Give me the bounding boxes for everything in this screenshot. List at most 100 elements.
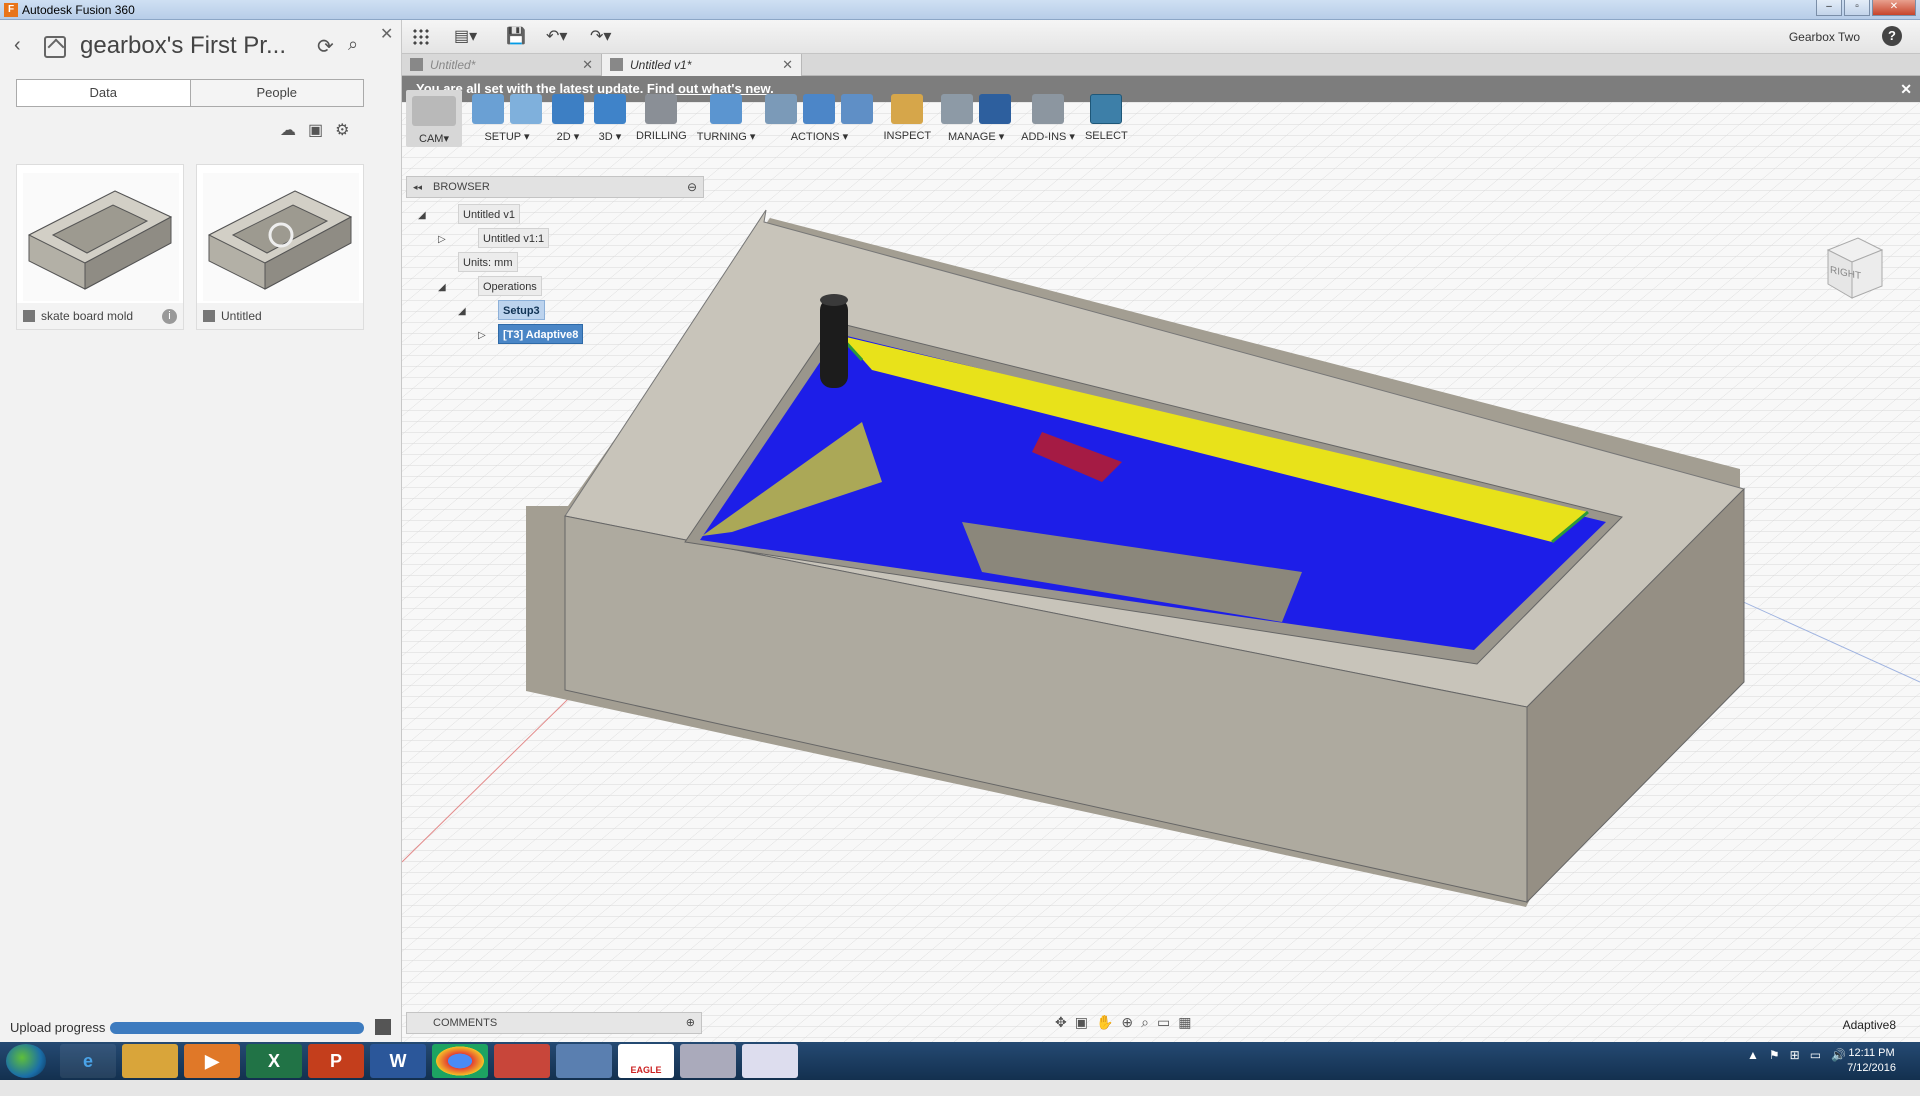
comments-panel[interactable]: COMMENTS ⊕ <box>406 1012 702 1034</box>
document-app-icon[interactable] <box>742 1044 798 1078</box>
3d-group[interactable]: 3D ▾ <box>594 90 626 143</box>
refresh-icon[interactable]: ⟳ <box>317 34 334 59</box>
turning-icon <box>710 94 743 124</box>
file-explorer-icon[interactable] <box>122 1044 178 1078</box>
volume-icon[interactable]: 🔊 <box>1831 1048 1846 1062</box>
design-thumbnails: skate board mold i Untitled <box>16 164 364 330</box>
look-at-icon[interactable]: ▣ <box>1075 1014 1088 1031</box>
search-icon[interactable]: ⌕ <box>348 34 358 55</box>
upload-progress-bar <box>110 1022 364 1034</box>
select-icon <box>1090 94 1123 124</box>
thumbnail-skate-board-mold[interactable]: skate board mold i <box>16 164 184 330</box>
comments-add-icon[interactable]: ⊕ <box>686 1013 695 1033</box>
internet-explorer-icon[interactable]: e <box>60 1044 116 1078</box>
display-settings-icon[interactable]: ▭ <box>1157 1014 1170 1031</box>
undo-icon[interactable]: ↶▾ <box>546 26 567 46</box>
powerpoint-icon[interactable]: P <box>308 1044 364 1078</box>
expand-icon[interactable]: ▷ <box>438 230 446 250</box>
close-notice-icon[interactable]: ✕ <box>1900 76 1912 102</box>
data-panel: ‹ gearbox's First Pr... ⟳ ⌕ ✕ Data Peopl… <box>0 20 402 1042</box>
expand-icon[interactable]: ◢ <box>438 278 446 298</box>
2d-group[interactable]: 2D ▾ <box>552 90 584 143</box>
data-panel-grid-icon[interactable] <box>412 28 430 46</box>
tab-people[interactable]: People <box>190 80 363 106</box>
project-icon <box>44 36 66 58</box>
template-library-icon <box>979 94 1012 124</box>
clock[interactable]: 12:11 PM 7/12/2016 <box>1847 1046 1896 1076</box>
window-titlebar: F Autodesk Fusion 360 – ▫ ✕ <box>0 0 1920 20</box>
data-panel-tools: ☁ ▣ ⚙ <box>280 120 349 140</box>
start-button[interactable] <box>6 1044 46 1078</box>
drilling-icon <box>645 94 678 124</box>
action-center-icon[interactable]: ⚑ <box>1769 1048 1780 1062</box>
setup-group[interactable]: SETUP ▾ <box>472 90 542 143</box>
pan-icon[interactable]: ✋ <box>1096 1014 1113 1031</box>
fusion-taskbar-icon[interactable] <box>494 1044 550 1078</box>
thumbnail-untitled[interactable]: Untitled <box>196 164 364 330</box>
viewport-scene <box>401 102 1920 1042</box>
network-icon[interactable]: ▭ <box>1810 1048 1821 1062</box>
zoom-window-icon[interactable]: ⌕ <box>1141 1014 1149 1031</box>
help-icon[interactable]: ? <box>1882 26 1902 46</box>
view-cube[interactable]: RIGHT <box>1818 232 1886 302</box>
file-menu-icon[interactable]: ▤▾ <box>454 26 477 46</box>
thumbnail-image <box>23 173 179 301</box>
tab-data[interactable]: Data <box>17 80 191 106</box>
cloud-upload-icon[interactable]: ☁ <box>280 120 296 140</box>
gear-icon[interactable]: ⚙ <box>335 120 349 140</box>
browser-panel-header[interactable]: BROWSER ⊖ <box>406 176 704 198</box>
close-panel-icon[interactable]: ✕ <box>380 24 393 44</box>
collapse-icon[interactable]: ⊖ <box>687 177 697 197</box>
tool-library-icon <box>941 94 974 124</box>
media-player-icon[interactable]: ▶ <box>184 1044 240 1078</box>
excel-icon[interactable]: X <box>246 1044 302 1078</box>
word-icon[interactable]: W <box>370 1044 426 1078</box>
expand-icon[interactable]: ◢ <box>418 206 426 226</box>
actions-group[interactable]: ACTIONS ▾ <box>765 90 874 143</box>
drilling-group[interactable]: DRILLING <box>636 90 687 142</box>
minimize-button[interactable]: – <box>1816 0 1842 16</box>
thumbnail-label: Untitled <box>197 303 363 329</box>
info-icon[interactable]: i <box>162 309 177 324</box>
viewport[interactable]: RIGHT <box>401 102 1920 1042</box>
fusion-app-icon: F <box>4 3 18 17</box>
redo-icon[interactable]: ↷▾ <box>590 26 611 46</box>
new-folder-icon[interactable]: ▣ <box>308 120 323 140</box>
expand-icon[interactable]: ▷ <box>478 326 486 346</box>
doc-tab-untitled-v1[interactable]: Untitled v1* ✕ <box>602 54 802 76</box>
expand-icon[interactable]: ◢ <box>458 302 466 322</box>
inspect-group[interactable]: INSPECT <box>883 90 931 142</box>
setup-icon <box>472 94 504 124</box>
window-controls: – ▫ ✕ <box>1816 0 1916 16</box>
close-tab-icon[interactable]: ✕ <box>782 54 793 76</box>
manage-group[interactable]: MANAGE ▾ <box>941 90 1012 143</box>
user-name-dropdown[interactable]: Gearbox Two <box>1789 30 1860 44</box>
document-icon <box>610 58 623 71</box>
turning-group[interactable]: TURNING ▾ <box>697 90 755 143</box>
select-group[interactable]: SELECT <box>1085 90 1128 142</box>
addins-group[interactable]: ADD-INS ▾ <box>1021 90 1075 143</box>
grid-settings-icon[interactable]: ▦ <box>1178 1014 1191 1031</box>
windows-icon[interactable]: ⊞ <box>1790 1048 1800 1062</box>
zoom-icon[interactable]: ⊕ <box>1121 1014 1133 1031</box>
network-app-icon[interactable] <box>556 1044 612 1078</box>
close-tab-icon[interactable]: ✕ <box>582 54 593 76</box>
3d-toolpath-icon <box>594 94 626 124</box>
save-icon[interactable]: 💾 <box>506 26 526 46</box>
chrome-icon[interactable] <box>432 1044 488 1078</box>
orbit-icon[interactable]: ✥ <box>1055 1014 1067 1031</box>
setup-sheet-icon <box>510 94 542 124</box>
fusion-sphere-icon[interactable] <box>680 1044 736 1078</box>
upload-expand-icon[interactable] <box>375 1019 391 1035</box>
workspace-switcher[interactable]: CAM▾ <box>406 90 462 147</box>
window-title: Autodesk Fusion 360 <box>22 3 135 17</box>
scripts-icon <box>1032 94 1065 124</box>
close-window-button[interactable]: ✕ <box>1872 0 1916 16</box>
cam-workspace-icon <box>412 96 456 126</box>
maximize-button[interactable]: ▫ <box>1844 0 1870 16</box>
show-hidden-icons-icon[interactable]: ▲ <box>1747 1048 1759 1062</box>
back-arrow-icon[interactable]: ‹ <box>14 34 21 57</box>
windows-taskbar: e ▶ X P W EAGLE ▲ ⚑ ⊞ ▭ 🔊 12:11 PM 7/12/… <box>0 1042 1920 1080</box>
doc-tab-untitled[interactable]: Untitled* ✕ <box>402 54 602 76</box>
eagle-icon[interactable]: EAGLE <box>618 1044 674 1078</box>
